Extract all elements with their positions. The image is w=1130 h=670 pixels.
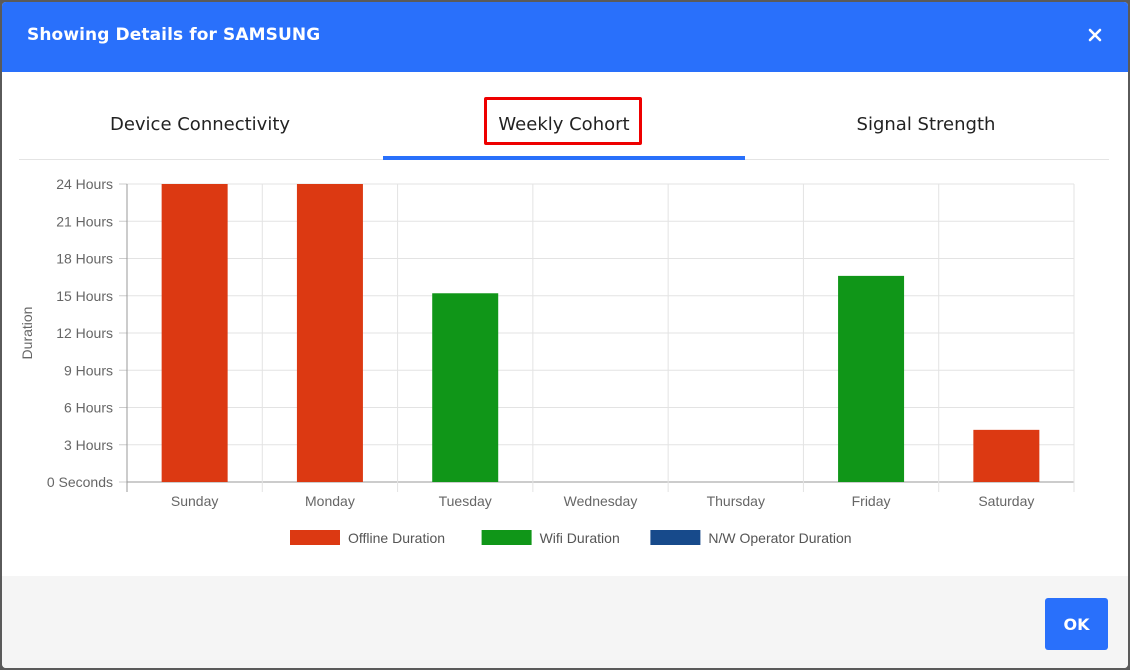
legend-swatch (290, 530, 340, 545)
tab-signal-strength[interactable]: Signal Strength (745, 72, 1107, 159)
y-tick-label: 21 Hours (56, 213, 113, 229)
bar (161, 184, 228, 482)
x-tick-label: Monday (305, 493, 355, 509)
dialog-title: Showing Details for SAMSUNG (27, 25, 321, 45)
x-tick-label: Tuesday (439, 493, 492, 509)
device-details-dialog: Showing Details for SAMSUNG Device Conne… (2, 2, 1128, 668)
tab-label: Signal Strength (856, 114, 996, 135)
bar (432, 293, 499, 482)
x-tick-label: Sunday (171, 493, 218, 509)
legend-swatch (650, 530, 701, 545)
close-icon (1088, 28, 1102, 42)
y-tick-label: 18 Hours (56, 251, 113, 267)
tab-weekly-cohort[interactable]: Weekly Cohort (383, 72, 745, 160)
x-tick-label: Friday (852, 493, 891, 509)
y-tick-label: 12 Hours (56, 325, 113, 341)
y-tick-label: 9 Hours (64, 362, 113, 378)
y-tick-label: 6 Hours (64, 400, 113, 416)
tab-label: Weekly Cohort (498, 114, 630, 135)
y-axis-label: Duration (19, 307, 35, 360)
bar (296, 184, 363, 482)
close-button[interactable] (1080, 20, 1110, 50)
legend-label: Offline Duration (348, 530, 445, 546)
legend-label: Wifi Duration (540, 530, 620, 546)
y-tick-label: 24 Hours (56, 176, 113, 192)
legend-swatch (481, 530, 532, 545)
x-tick-label: Saturday (978, 493, 1034, 509)
x-tick-label: Thursday (707, 493, 765, 509)
bar (973, 429, 1040, 482)
legend-label: N/W Operator Duration (708, 530, 851, 546)
y-tick-label: 3 Hours (64, 437, 113, 453)
weekly-cohort-chart: 0 Seconds 3 Hours 6 Hours 9 Hours 12 Hours 15… (2, 160, 1128, 560)
dialog-header: Showing Details for SAMSUNG (2, 2, 1128, 72)
x-tick-label: Wednesday (564, 493, 638, 509)
y-tick-label: 0 Seconds (47, 474, 113, 490)
tab-label: Device Connectivity (109, 114, 291, 135)
bar (838, 275, 905, 482)
tab-device-connectivity[interactable]: Device Connectivity (19, 72, 381, 159)
bar-chart: 0 Seconds 3 Hours 6 Hours 9 Hours 12 Hours 15… (19, 176, 1075, 546)
y-tick-label: 15 Hours (56, 288, 113, 304)
tab-bar: Device Connectivity Weekly Cohort Signal… (19, 72, 1109, 160)
dialog-footer: OK (2, 576, 1128, 668)
ok-button[interactable]: OK (1045, 598, 1108, 650)
